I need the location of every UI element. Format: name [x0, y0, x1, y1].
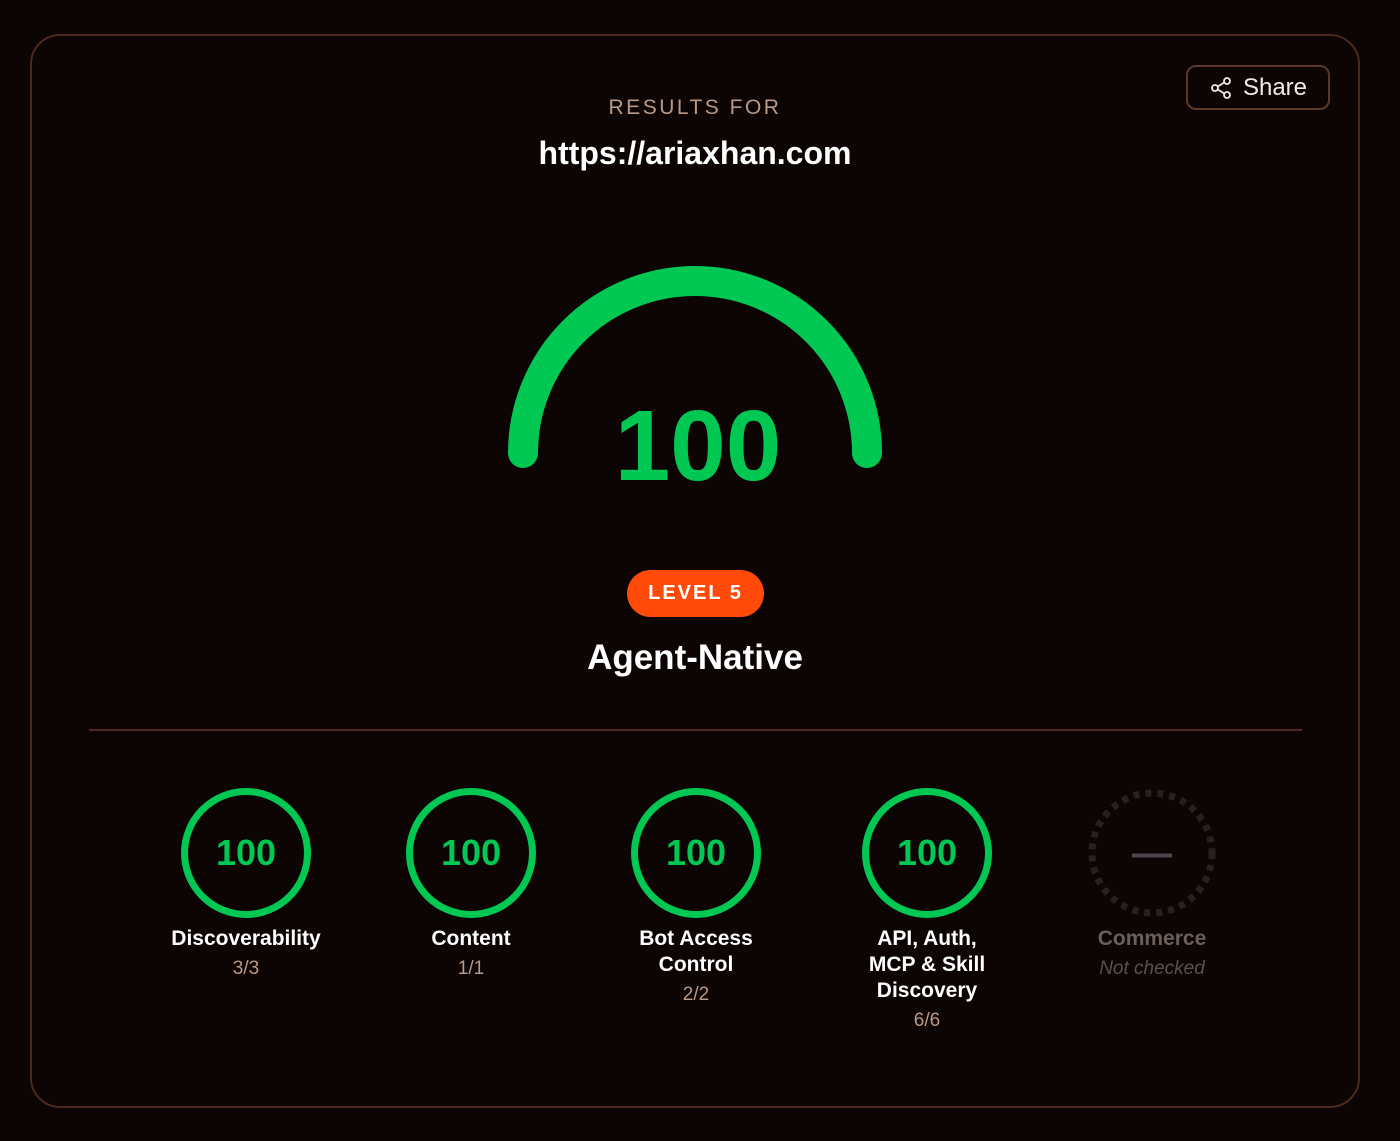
score-ring: 100: [862, 788, 992, 918]
category-content[interactable]: 100 Content 1/1: [371, 788, 571, 980]
score-ring: 100: [406, 788, 536, 918]
category-label: Content: [431, 927, 511, 950]
category-status: Not checked: [1099, 958, 1205, 979]
overall-score: 100: [614, 390, 782, 502]
category-label: Commerce: [1097, 927, 1207, 950]
category-bot-access-control[interactable]: 100 Bot Access Control 2/2: [596, 788, 796, 1006]
score-ring: 100: [631, 788, 761, 918]
category-label: API, Auth, MCP & Skill Discovery: [868, 927, 986, 1002]
category-api-auth-mcp-skill[interactable]: 100 API, Auth, MCP & Skill Discovery 6/6: [827, 788, 1027, 1032]
level-badge: LEVEL 5: [627, 570, 764, 617]
category-label: Bot Access Control: [639, 927, 753, 976]
score-ring-unchecked: —: [1087, 788, 1217, 918]
category-discoverability[interactable]: 100 Discoverability 3/3: [146, 788, 346, 980]
results-for-label: RESULTS FOR: [608, 96, 782, 119]
category-commerce[interactable]: — Commerce Not checked: [1052, 788, 1252, 980]
result-url: https://ariaxhan.com: [538, 135, 852, 171]
category-count: 6/6: [913, 1010, 941, 1031]
level-name: Agent-Native: [587, 638, 803, 677]
score-ring: 100: [181, 788, 311, 918]
category-label: Discoverability: [171, 927, 321, 950]
category-count: 3/3: [232, 958, 260, 979]
divider: [89, 729, 1302, 731]
no-score-dash: —: [1132, 830, 1172, 875]
category-count: 1/1: [457, 958, 485, 979]
category-count: 2/2: [682, 984, 710, 1005]
